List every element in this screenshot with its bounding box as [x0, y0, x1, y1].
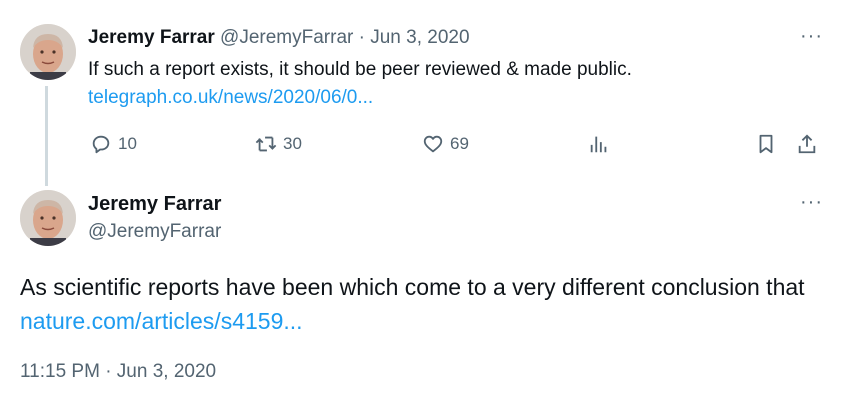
- like-button[interactable]: 69: [422, 133, 469, 155]
- views-button[interactable]: [588, 133, 610, 155]
- tweet-actions: 10 30 69: [0, 132, 846, 156]
- reply-count: 10: [118, 134, 137, 153]
- avatar-photo: [20, 190, 76, 246]
- reply-tweet-text: If such a report exists, it should be pe…: [88, 59, 632, 80]
- author-handle[interactable]: @JeremyFarrar: [88, 220, 221, 244]
- bookmark-button[interactable]: [755, 133, 777, 155]
- like-icon: [423, 135, 443, 153]
- more-icon[interactable]: ···: [800, 192, 823, 212]
- tweet-timestamp[interactable]: 11:15 PM · Jun 3, 2020: [20, 360, 216, 384]
- reply-icon: [92, 135, 110, 154]
- reply-button[interactable]: 10: [90, 133, 137, 155]
- like-count: 69: [450, 134, 469, 153]
- retweet-button[interactable]: 30: [255, 133, 302, 155]
- main-tweet-text: As scientific reports have been which co…: [20, 270, 820, 338]
- author-handle[interactable]: @JeremyFarrar: [220, 27, 353, 48]
- author-name[interactable]: Jeremy Farrar: [88, 192, 221, 216]
- reply-tweet-link[interactable]: telegraph.co.uk/news/2020/06/0...: [88, 86, 373, 110]
- retweet-count: 30: [283, 134, 302, 153]
- main-tweet-link[interactable]: nature.com/articles/s4159...: [20, 308, 303, 334]
- share-button[interactable]: [796, 133, 818, 155]
- avatar[interactable]: [20, 24, 76, 80]
- tweet-date[interactable]: Jun 3, 2020: [370, 27, 469, 48]
- retweet-icon: [255, 136, 277, 152]
- share-icon: [798, 134, 816, 154]
- author-name[interactable]: Jeremy Farrar: [88, 27, 215, 48]
- avatar[interactable]: [20, 190, 76, 246]
- bookmark-icon: [759, 134, 773, 154]
- meta-separator: ·: [358, 27, 365, 48]
- more-icon[interactable]: ···: [800, 26, 823, 46]
- reply-tweet-header: Jeremy Farrar @JeremyFarrar · Jun 3, 202…: [88, 26, 470, 50]
- main-tweet-body: As scientific reports have been which co…: [20, 274, 805, 300]
- avatar-photo: [20, 24, 76, 80]
- views-icon: [590, 136, 607, 153]
